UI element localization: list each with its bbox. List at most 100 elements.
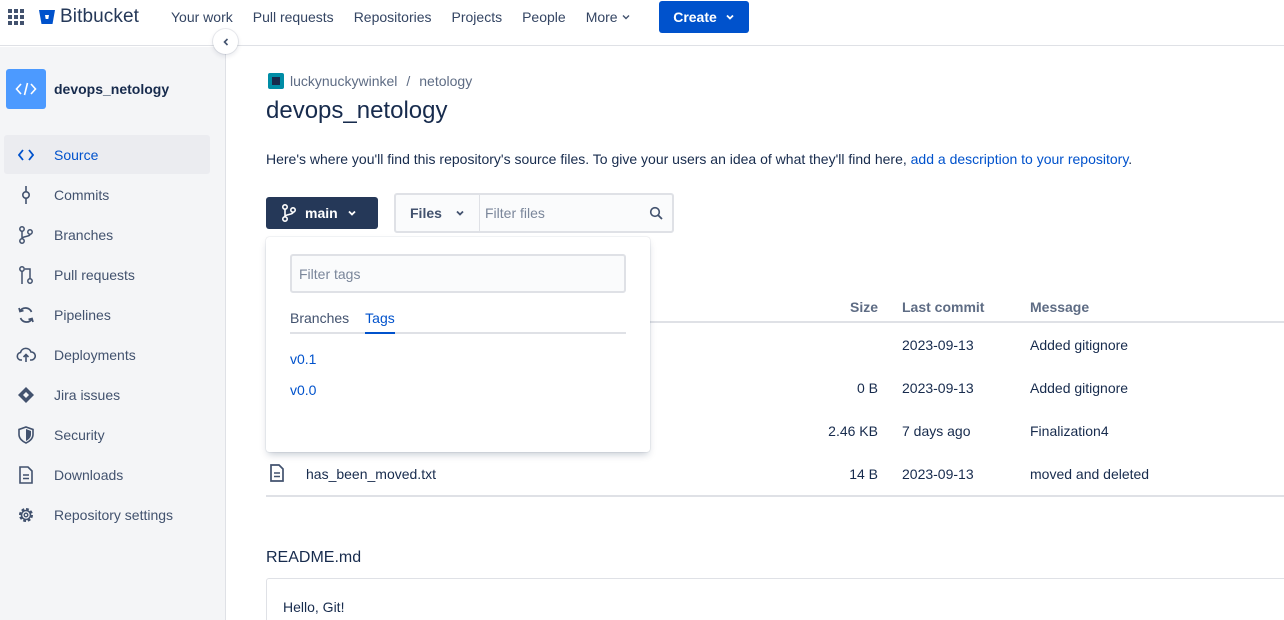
sidebar: devops_netology Source Commits Branches … bbox=[0, 47, 226, 620]
nav-your-work[interactable]: Your work bbox=[171, 9, 233, 25]
intro-body: Here's where you'll find this repository… bbox=[266, 151, 911, 167]
sidebar-item-label: Pipelines bbox=[54, 306, 111, 323]
sidebar-item-label: Jira issues bbox=[54, 386, 121, 403]
brand-name: Bitbucket bbox=[60, 6, 140, 27]
sidebar-item-source[interactable]: Source bbox=[4, 135, 210, 174]
file-message[interactable]: Added gitignore bbox=[1030, 380, 1128, 396]
readme-title: README.md bbox=[266, 549, 362, 566]
gear-icon bbox=[16, 505, 36, 525]
table-divider bbox=[266, 495, 1284, 497]
add-description-link[interactable]: add a description to your repository bbox=[911, 151, 1129, 167]
readme-content: Hello, Git! bbox=[283, 599, 345, 615]
sidebar-item-repository-settings[interactable]: Repository settings bbox=[4, 495, 210, 534]
file-last-commit: 7 days ago bbox=[902, 423, 971, 439]
create-label: Create bbox=[673, 9, 717, 25]
workspace-icon bbox=[268, 73, 284, 89]
file-message[interactable]: moved and deleted bbox=[1030, 466, 1149, 482]
file-size: 2.46 KB bbox=[828, 423, 878, 439]
create-button[interactable]: Create bbox=[659, 1, 749, 33]
file-message[interactable]: Added gitignore bbox=[1030, 337, 1128, 353]
file-size: 0 B bbox=[856, 380, 878, 396]
intro-text: Here's where you'll find this repository… bbox=[266, 151, 1132, 167]
page-title: devops_netology bbox=[266, 97, 448, 124]
tab-tags[interactable]: Tags bbox=[365, 310, 395, 334]
file-last-commit: 2023-09-13 bbox=[902, 466, 974, 482]
file-filter: Files bbox=[394, 193, 674, 233]
breadcrumb: luckynuckywinkel / netology bbox=[268, 73, 472, 89]
sidebar-item-security[interactable]: Security bbox=[4, 415, 210, 454]
sidebar-item-label: Branches bbox=[54, 226, 114, 243]
sidebar-item-jira-issues[interactable]: Jira issues bbox=[4, 375, 210, 414]
tag-item[interactable]: v0.1 bbox=[290, 351, 316, 367]
sidebar-item-label: Downloads bbox=[54, 466, 124, 483]
column-size: Size bbox=[849, 299, 878, 315]
file-message[interactable]: Finalization4 bbox=[1030, 423, 1109, 439]
filter-files-input[interactable] bbox=[485, 205, 645, 221]
readme-content-box: Hello, Git! bbox=[266, 578, 1284, 620]
search-icon[interactable] bbox=[649, 206, 663, 220]
files-type-select[interactable]: Files bbox=[396, 195, 480, 231]
repo-name[interactable]: devops_netology bbox=[54, 81, 169, 97]
nav-links: Your work Pull requests Repositories Pro… bbox=[171, 9, 651, 25]
breadcrumb-separator: / bbox=[406, 73, 411, 89]
breadcrumb-project[interactable]: netology bbox=[419, 73, 472, 89]
breadcrumb-workspace[interactable]: luckynuckywinkel bbox=[290, 73, 397, 89]
table-row[interactable]: has_been_moved.txt 14 B 2023-09-13 moved… bbox=[266, 452, 1284, 495]
nav-repositories[interactable]: Repositories bbox=[354, 9, 432, 25]
file-last-commit: 2023-09-13 bbox=[902, 380, 974, 396]
column-last-commit: Last commit bbox=[902, 299, 985, 315]
pipelines-icon bbox=[16, 305, 36, 325]
sidebar-item-label: Deployments bbox=[54, 346, 136, 363]
commit-icon bbox=[16, 185, 36, 205]
sidebar-item-label: Repository settings bbox=[54, 506, 174, 523]
column-message: Message bbox=[1030, 299, 1090, 315]
bitbucket-logo[interactable]: Bitbucket bbox=[38, 6, 139, 28]
nav-projects[interactable]: Projects bbox=[452, 9, 503, 25]
tag-item[interactable]: v0.0 bbox=[290, 382, 316, 398]
intro-end: . bbox=[1128, 151, 1133, 167]
pull-request-icon bbox=[16, 265, 36, 285]
app-switcher-icon[interactable] bbox=[8, 9, 24, 25]
downloads-icon bbox=[16, 465, 36, 485]
branch-name: main bbox=[305, 205, 338, 221]
code-icon bbox=[15, 82, 37, 96]
nav-pull-requests[interactable]: Pull requests bbox=[253, 9, 334, 25]
tab-branches[interactable]: Branches bbox=[290, 310, 349, 332]
nav-more[interactable]: More bbox=[586, 9, 631, 25]
sidebar-item-label: Commits bbox=[54, 186, 110, 203]
files-select-label: Files bbox=[410, 205, 442, 221]
code-icon bbox=[16, 145, 36, 165]
file-size: 14 B bbox=[849, 466, 878, 482]
sidebar-item-deployments[interactable]: Deployments bbox=[4, 335, 210, 374]
sidebar-item-commits[interactable]: Commits bbox=[4, 175, 210, 214]
chevron-left-icon bbox=[222, 37, 228, 46]
sidebar-item-label: Pull requests bbox=[54, 266, 135, 283]
collapse-sidebar-button[interactable] bbox=[213, 29, 238, 54]
sidebar-item-pipelines[interactable]: Pipelines bbox=[4, 295, 210, 334]
sidebar-item-pull-requests[interactable]: Pull requests bbox=[4, 255, 210, 294]
chevron-down-icon bbox=[726, 14, 734, 20]
chevron-down-icon bbox=[347, 208, 357, 218]
sidebar-item-branches[interactable]: Branches bbox=[4, 215, 210, 254]
branch-icon bbox=[281, 204, 297, 222]
shield-icon bbox=[16, 425, 36, 445]
file-last-commit: 2023-09-13 bbox=[902, 337, 974, 353]
file-icon bbox=[270, 464, 284, 482]
branch-tag-dropdown: Branches Tags v0.1 v0.0 bbox=[266, 237, 650, 452]
dropdown-tabs: Branches Tags bbox=[290, 310, 626, 334]
file-name[interactable]: has_been_moved.txt bbox=[306, 466, 436, 482]
jira-icon bbox=[16, 385, 36, 405]
branch-icon bbox=[16, 225, 36, 245]
nav-people[interactable]: People bbox=[522, 9, 566, 25]
filter-tags-input[interactable] bbox=[290, 254, 626, 293]
chevron-down-icon bbox=[622, 15, 630, 20]
bitbucket-icon bbox=[39, 10, 55, 24]
sidebar-item-label: Security bbox=[54, 426, 105, 443]
sidebar-item-downloads[interactable]: Downloads bbox=[4, 455, 210, 494]
sidebar-item-label: Source bbox=[54, 146, 99, 163]
repo-avatar[interactable] bbox=[6, 69, 46, 109]
deployments-icon bbox=[16, 345, 36, 365]
chevron-down-icon bbox=[456, 210, 464, 216]
branch-selector-button[interactable]: main bbox=[266, 197, 378, 229]
top-navigation: Bitbucket Your work Pull requests Reposi… bbox=[0, 0, 1284, 46]
